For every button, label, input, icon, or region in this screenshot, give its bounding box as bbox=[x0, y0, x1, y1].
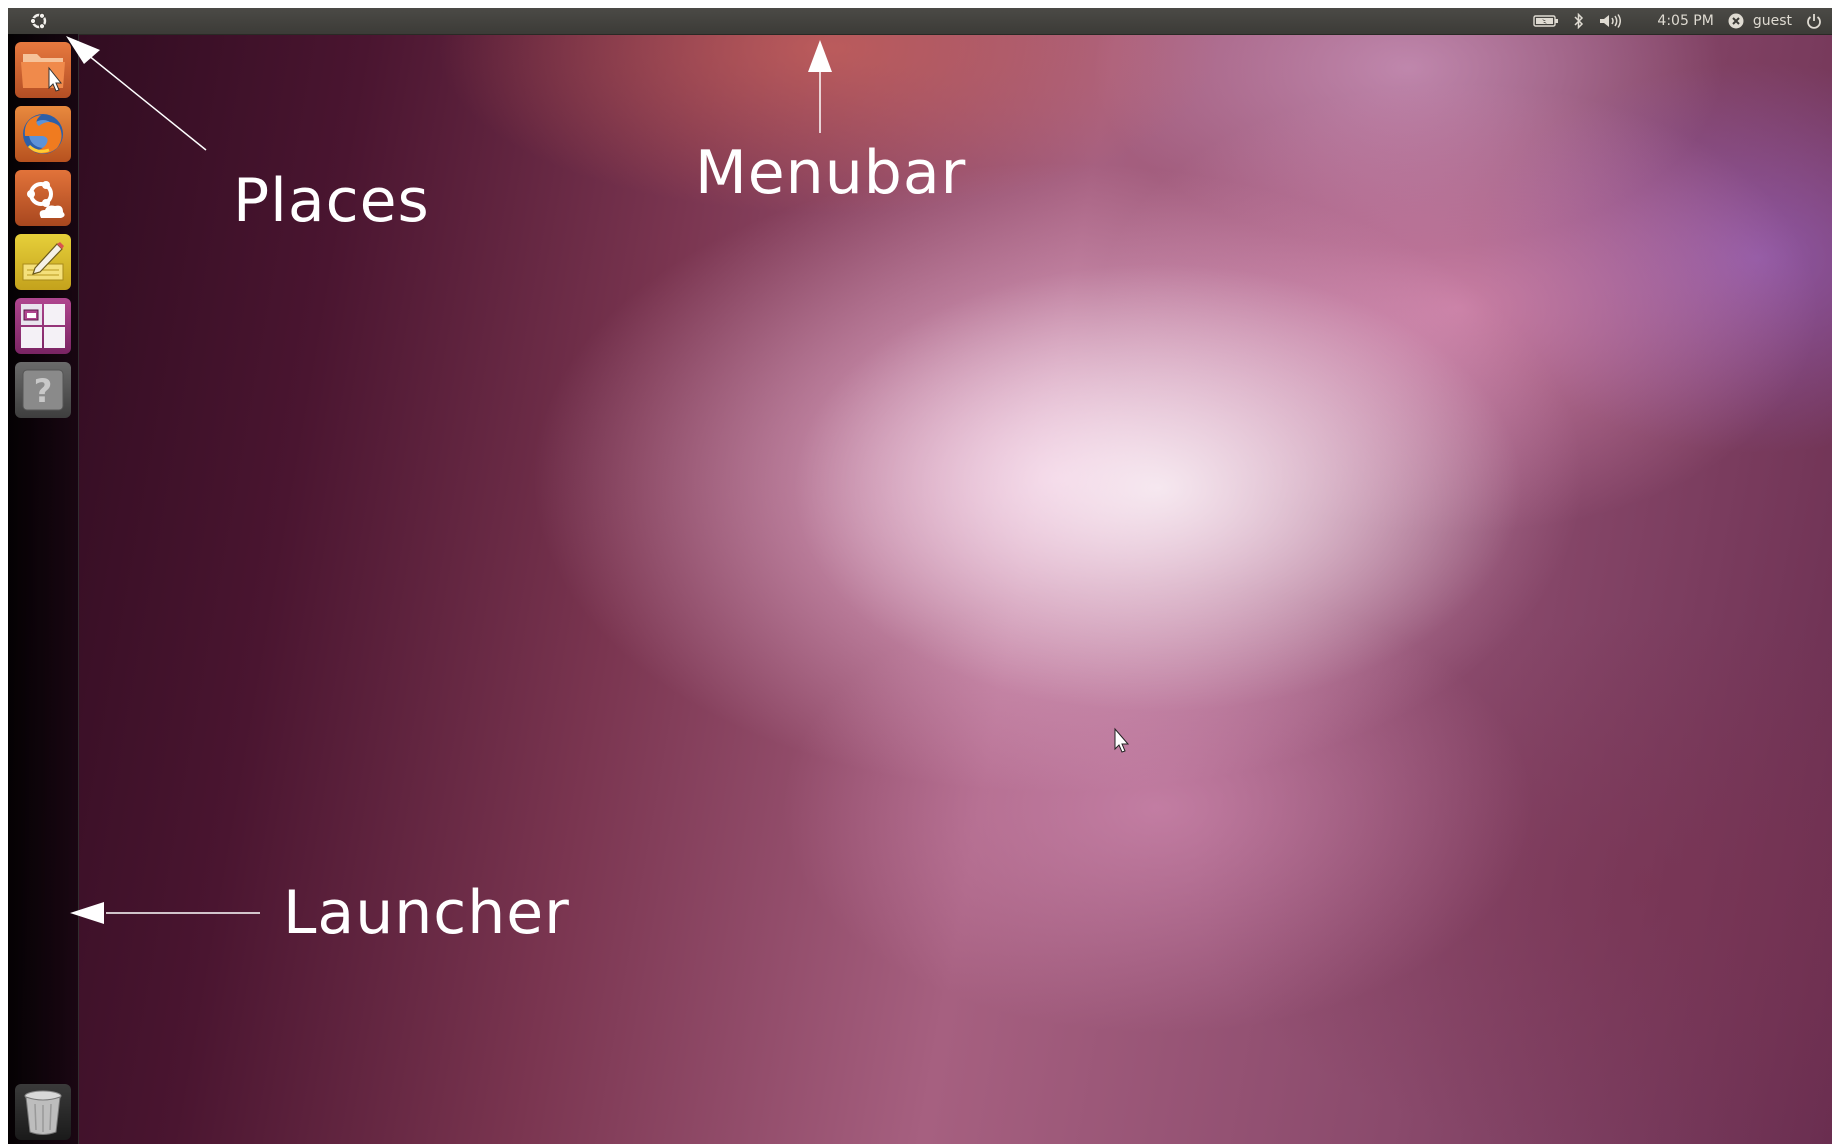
menubar-label: Menubar bbox=[695, 138, 967, 208]
launcher-label: Launcher bbox=[283, 878, 570, 948]
desktop: 4:05 PM guest ? Places Menubar Launcher bbox=[8, 8, 1832, 1144]
mouse-cursor-icon bbox=[1114, 727, 1130, 753]
places-label: Places bbox=[233, 166, 430, 236]
